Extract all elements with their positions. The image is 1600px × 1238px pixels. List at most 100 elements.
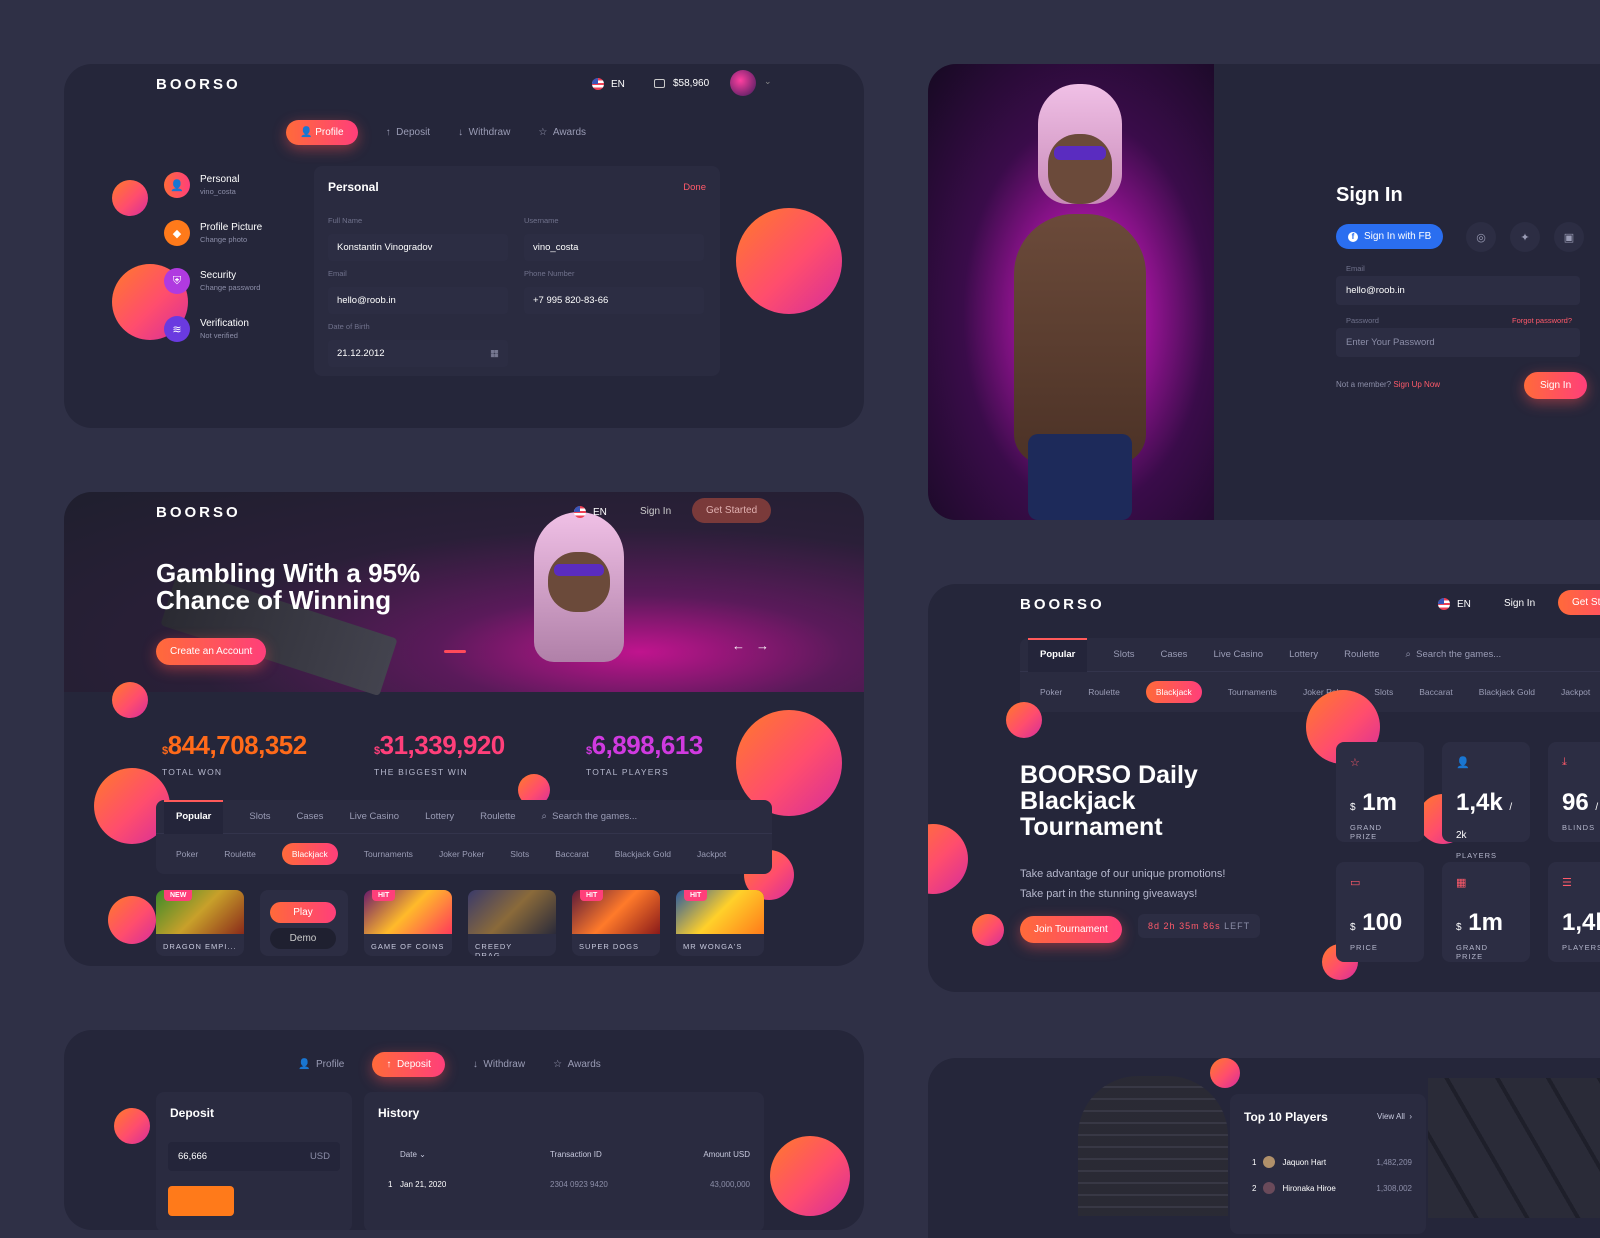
view-all-link[interactable]: View All ›	[1377, 1112, 1412, 1121]
game-card[interactable]: HIT SUPER DOGS	[572, 890, 660, 956]
subcat-roulette[interactable]: Roulette	[1088, 687, 1120, 697]
list-item[interactable]: 1 Jaquon Hart 1,482,209	[1252, 1156, 1412, 1168]
game-card[interactable]: NEW DRAGON EMPI...	[156, 890, 244, 956]
language-selector[interactable]: EN	[574, 506, 607, 518]
subcat-slots[interactable]: Slots	[510, 849, 529, 859]
tab-profile[interactable]: 👤 Profile	[298, 1059, 344, 1070]
play-button[interactable]: Play	[270, 902, 336, 923]
tab-deposit[interactable]: ↑ Deposit	[372, 1052, 445, 1077]
tab-withdraw[interactable]: ↓ Withdraw	[473, 1059, 525, 1070]
dob-field[interactable]: Date of Birth 21.12.2012 ▦	[328, 322, 508, 367]
password-input[interactable]: Enter Your Password	[1336, 328, 1580, 357]
tab-deposit[interactable]: ↑ Deposit	[386, 127, 430, 138]
calendar-icon[interactable]: ▦	[490, 348, 499, 359]
brand-logo[interactable]: BOORSO	[1020, 596, 1105, 613]
facebook-icon: f	[1348, 231, 1358, 242]
tab-live-casino[interactable]: Live Casino	[349, 811, 399, 822]
full-name-field[interactable]: Full Name Konstantin Vinogradov	[328, 216, 508, 261]
email-field[interactable]: Email hello@roob.in	[328, 269, 508, 314]
brand-logo[interactable]: BOORSO	[156, 76, 241, 93]
tab-cases[interactable]: Cases	[297, 811, 324, 822]
subcat-poker[interactable]: Poker	[176, 849, 198, 859]
instagram-icon[interactable]: ◎	[1466, 222, 1496, 252]
menu-item-personal[interactable]: 👤 Personal vino_costa	[164, 172, 239, 198]
menu-subtitle: Change password	[200, 283, 261, 292]
subcat-baccarat[interactable]: Baccarat	[1419, 687, 1453, 697]
game-card-hover[interactable]: Play Demo	[260, 890, 348, 956]
menu-item-security[interactable]: ⛨ Security Change password	[164, 268, 260, 294]
balance[interactable]: $58,960	[654, 78, 709, 89]
tournament-title: BOORSO Daily Blackjack Tournament	[1020, 761, 1198, 841]
demo-button[interactable]: Demo	[270, 928, 336, 949]
subcat-slots[interactable]: Slots	[1374, 687, 1393, 697]
chevron-down-icon[interactable]: ⌄	[764, 76, 772, 87]
subcat-jackpot[interactable]: Jackpot	[1561, 687, 1590, 697]
linkedin-icon[interactable]: ▣	[1554, 222, 1584, 252]
stat-card-players: 👤 1,4k / 2k PLAYERS	[1442, 742, 1530, 860]
tab-roulette[interactable]: Roulette	[480, 811, 515, 822]
search-input[interactable]: ⌕ Search the games...	[542, 811, 638, 822]
subcat-roulette[interactable]: Roulette	[224, 849, 256, 859]
tab-profile[interactable]: 👤 Profile	[286, 120, 358, 145]
signin-button[interactable]: Sign In	[1524, 372, 1588, 399]
cards-art	[1428, 1078, 1600, 1218]
subcat-blackjack-gold[interactable]: Blackjack Gold	[615, 849, 671, 859]
twitter-icon[interactable]: ✦	[1510, 222, 1540, 252]
subcat-tournaments[interactable]: Tournaments	[1228, 687, 1277, 697]
leaders-panel: Top 10 Players View All › 1 Jaquon Hart …	[928, 1058, 1600, 1238]
tab-live-casino[interactable]: Live Casino	[1213, 649, 1263, 660]
subcat-blackjack[interactable]: Blackjack	[1145, 681, 1202, 703]
signin-fb-button[interactable]: f Sign In with FB	[1336, 224, 1444, 249]
subcat-blackjack-gold[interactable]: Blackjack Gold	[1479, 687, 1535, 697]
brand-logo[interactable]: BOORSO	[156, 504, 241, 521]
subcat-baccarat[interactable]: Baccarat	[555, 849, 589, 859]
search-input[interactable]: ⌕ Search the games...	[1406, 649, 1502, 660]
tab-lottery[interactable]: Lottery	[1289, 649, 1318, 660]
tab-awards[interactable]: ☆ Awards	[538, 127, 586, 138]
tab-awards[interactable]: ☆ Awards	[553, 1059, 601, 1070]
subcat-joker-poker[interactable]: Joker Poker	[439, 849, 484, 859]
subcat-jackpot[interactable]: Jackpot	[697, 849, 726, 859]
carousel-indicator[interactable]	[444, 650, 466, 653]
menu-item-profile-picture[interactable]: ◆ Profile Picture Change photo	[164, 220, 262, 246]
password-label: Password	[1346, 316, 1379, 325]
language-selector[interactable]: EN	[1438, 598, 1471, 610]
get-started-button[interactable]: Get Sta	[1558, 590, 1600, 615]
subcat-blackjack[interactable]: Blackjack	[281, 843, 338, 865]
arrow-left-icon[interactable]: ←	[732, 638, 745, 653]
get-started-button[interactable]: Get Started	[692, 498, 772, 523]
game-card[interactable]: HIT GAME OF COINS	[364, 890, 452, 956]
username-field[interactable]: Username vino_costa	[524, 216, 704, 261]
col-date[interactable]: Date ⌄	[400, 1150, 426, 1159]
arrow-right-icon[interactable]: →	[756, 638, 769, 653]
create-account-button[interactable]: Create an Account	[156, 638, 267, 665]
signin-link[interactable]: Sign In	[1504, 598, 1535, 609]
signin-link[interactable]: Sign In	[640, 506, 671, 517]
tab-slots[interactable]: Slots	[1113, 649, 1134, 660]
list-item[interactable]: 2 Hironaka Hiroe 1,308,002	[1252, 1182, 1412, 1194]
tab-cases[interactable]: Cases	[1161, 649, 1188, 660]
done-button[interactable]: Done	[683, 182, 706, 193]
subcat-poker[interactable]: Poker	[1040, 687, 1062, 697]
join-tournament-button[interactable]: Join Tournament	[1020, 916, 1122, 943]
game-card[interactable]: CREEDY DRAG...	[468, 890, 556, 956]
avatar[interactable]	[730, 70, 756, 96]
game-card[interactable]: HIT MR WONGA'S	[676, 890, 764, 956]
amount-input[interactable]: 66,666 USD	[168, 1142, 340, 1171]
tab-popular[interactable]: Popular	[164, 799, 224, 834]
stat-card-players-2: ☰ 1,4k PLAYERS	[1548, 862, 1600, 962]
tab-popular[interactable]: Popular	[1028, 637, 1088, 672]
leaderboard-title: Top 10 Players	[1244, 1110, 1328, 1124]
phone-field[interactable]: Phone Number +7 995 820-83-66	[524, 269, 704, 314]
forgot-password-link[interactable]: Forgot password?	[1512, 316, 1572, 325]
tab-withdraw[interactable]: ↓ Withdraw	[458, 127, 510, 138]
tab-lottery[interactable]: Lottery	[425, 811, 454, 822]
tab-slots[interactable]: Slots	[249, 811, 270, 822]
email-input[interactable]: hello@roob.in	[1336, 276, 1580, 305]
signup-link[interactable]: Sign Up Now	[1393, 380, 1440, 389]
menu-item-verification[interactable]: ≋ Verification Not verified	[164, 316, 249, 342]
subcat-tournaments[interactable]: Tournaments	[364, 849, 413, 859]
tab-roulette[interactable]: Roulette	[1344, 649, 1379, 660]
payment-method[interactable]	[168, 1186, 234, 1216]
language-selector[interactable]: EN	[592, 78, 625, 90]
